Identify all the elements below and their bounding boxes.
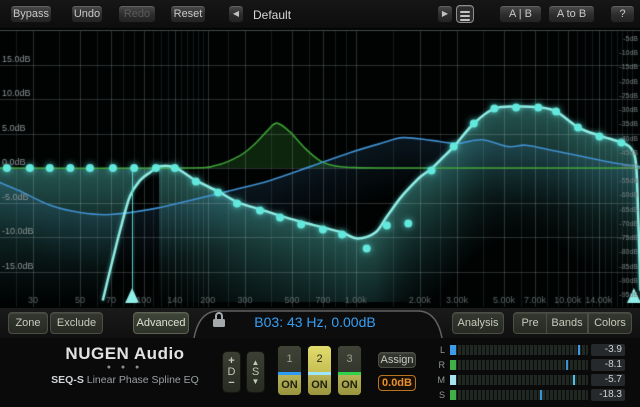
eq-graph-canvas[interactable] [0, 28, 640, 308]
menu-bars-icon [457, 6, 473, 21]
undo-button[interactable]: Undo [71, 5, 103, 23]
bottom-toolbar: Zone Exclude Advanced B03: 43 Hz, 0.00dB… [0, 308, 640, 338]
product-title: SEQ-S Linear Phase Spline EQ [10, 374, 240, 386]
pre-button[interactable]: Pre [513, 312, 547, 334]
minus-icon[interactable]: − [228, 378, 234, 389]
assign-gain-value[interactable]: 0.0dB [378, 375, 416, 391]
band-3-on-toggle[interactable]: ON [338, 375, 361, 395]
meter-value-s: -18.3 [591, 389, 625, 401]
colors-button[interactable]: Colors [588, 312, 632, 334]
meter-block-s [450, 390, 456, 400]
meter-peak-m [573, 375, 575, 385]
delete-node-control[interactable]: + D − [222, 351, 241, 393]
preset-name[interactable]: Default [253, 8, 291, 22]
product-description: Linear Phase Spline EQ [84, 374, 199, 386]
a-to-b-button[interactable]: A to B [548, 5, 595, 23]
meter-value-l: -3.9 [591, 344, 625, 356]
meter-block-l [450, 345, 456, 355]
meter-bar-l [450, 345, 588, 355]
reset-button[interactable]: Reset [170, 5, 206, 23]
s-label: S [252, 367, 259, 378]
d-label: D [228, 367, 236, 378]
meter-label-m: M [435, 375, 445, 385]
meter-bar-s [450, 390, 588, 400]
band-status-readout: B03: 43 Hz, 0.00dB [230, 314, 400, 330]
brand-dots: ● ● ● [30, 364, 220, 371]
band-1-button[interactable]: 1 ON [277, 345, 302, 396]
brand-logo: NUGEN Audio [30, 344, 220, 364]
analysis-button[interactable]: Analysis [452, 312, 504, 334]
meter-block-m [450, 375, 456, 385]
meter-value-r: -8.1 [591, 359, 625, 371]
footer-panel: NUGEN Audio ● ● ● SEQ-S Linear Phase Spl… [0, 338, 640, 407]
band-2-button[interactable]: 2 ON [307, 345, 332, 396]
redo-button[interactable]: Redo [118, 5, 156, 23]
band-1-on-toggle[interactable]: ON [278, 375, 301, 395]
plus-icon[interactable]: + [228, 356, 234, 367]
ab-compare-button[interactable]: A | B [499, 5, 542, 23]
tab-zone[interactable]: Zone [8, 312, 48, 334]
meter-label-s: S [435, 390, 445, 400]
band-2-on-toggle[interactable]: ON [308, 375, 331, 395]
lock-icon[interactable] [213, 312, 225, 327]
meter-label-r: R [435, 360, 445, 370]
band-1-number: 1 [278, 346, 301, 372]
bands-button[interactable]: Bands [546, 312, 588, 334]
preset-next-icon[interactable]: ▶ [437, 5, 453, 23]
meter-peak-r [566, 360, 568, 370]
top-bar: Bypass Undo Redo Reset ◀ Default ▶ A | B… [0, 0, 640, 28]
meter-label-l: L [435, 345, 445, 355]
meter-peak-s [540, 390, 542, 400]
meter-bar-r [450, 360, 588, 370]
solo-control[interactable]: ▲ S ▼ [246, 351, 265, 393]
tab-advanced[interactable]: Advanced [133, 312, 189, 334]
band-3-button[interactable]: 3 ON [337, 345, 362, 396]
seq-s-plugin-window: Bypass Undo Redo Reset ◀ Default ▶ A | B… [0, 0, 640, 407]
preset-menu-icon[interactable] [456, 5, 474, 23]
help-button[interactable]: ? [610, 5, 635, 23]
tab-exclude[interactable]: Exclude [50, 312, 103, 334]
assign-button[interactable]: Assign [378, 352, 416, 368]
arrow-down-icon[interactable]: ▼ [252, 378, 260, 386]
band-3-number: 3 [338, 346, 361, 372]
bypass-button[interactable]: Bypass [10, 5, 52, 23]
meter-peak-l [578, 345, 580, 355]
band-2-number: 2 [308, 346, 331, 372]
product-name: SEQ-S [51, 374, 84, 386]
meter-block-r [450, 360, 456, 370]
meter-bar-m [450, 375, 588, 385]
preset-prev-icon[interactable]: ◀ [228, 5, 244, 23]
meter-value-m: -5.7 [591, 374, 625, 386]
